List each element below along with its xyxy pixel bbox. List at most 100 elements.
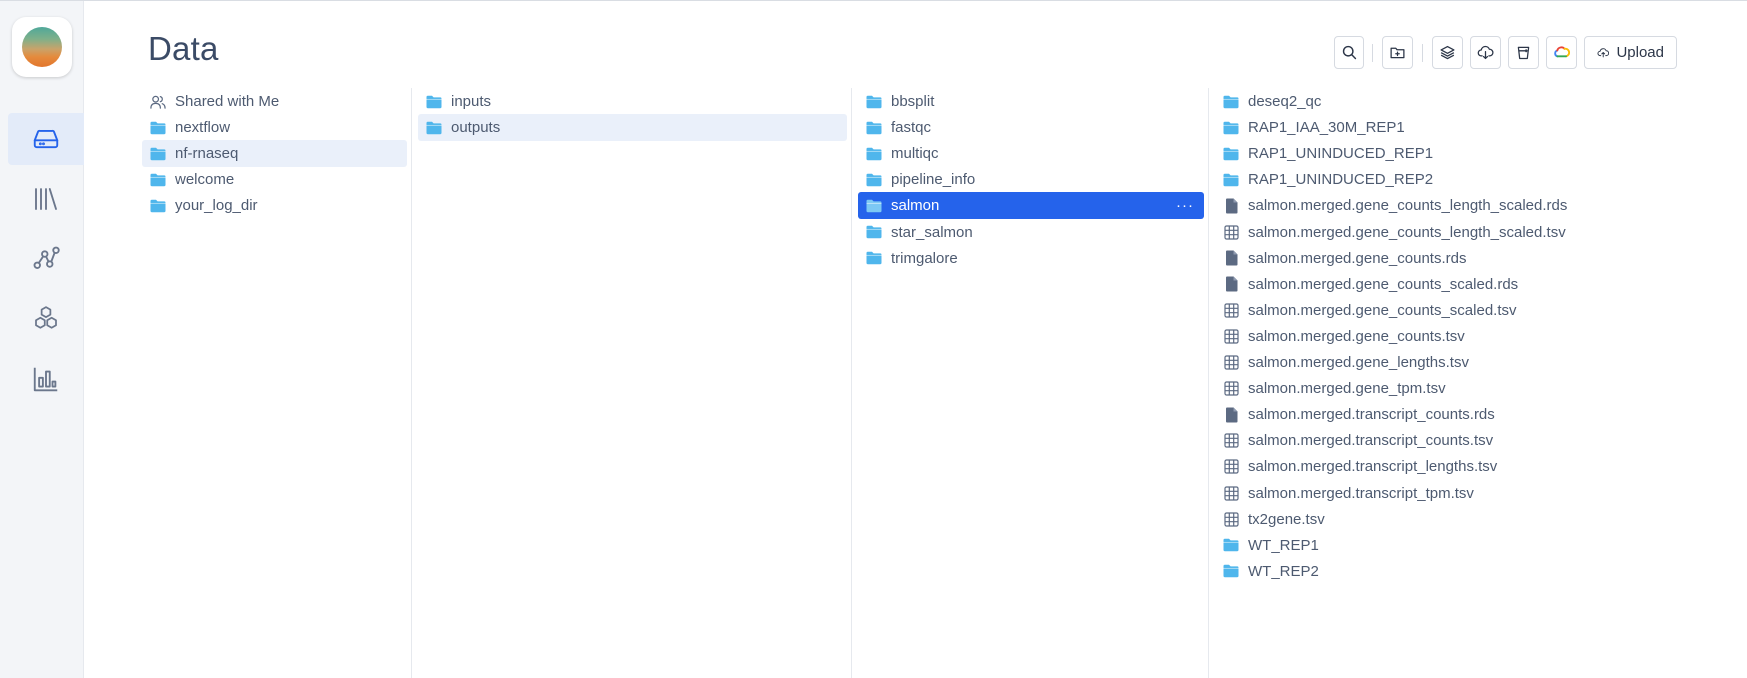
s3-import-button[interactable] [1508, 36, 1539, 69]
item-label: nf-rnaseq [175, 145, 239, 163]
folder-icon [866, 94, 882, 110]
item-label: salmon.merged.transcript_lengths.tsv [1248, 458, 1498, 476]
folder-item[interactable]: nextflow [142, 114, 407, 141]
nav-workflows[interactable] [8, 233, 84, 285]
folder-item[interactable]: inputs [418, 88, 847, 115]
folder-icon [1223, 172, 1239, 188]
folder-item[interactable]: nf-rnaseq [142, 140, 407, 168]
folder-icon [150, 173, 166, 186]
folder-icon [150, 199, 166, 213]
graph-icon [33, 246, 60, 269]
column-root: Shared with Me nextflow nf-rnaseq welcome yo… [142, 88, 407, 678]
folder-item[interactable]: star_salmon [858, 219, 1204, 246]
folder-icon [866, 121, 882, 134]
folder-icon [866, 95, 882, 108]
file-item[interactable]: tx2gene.tsv [1215, 506, 1735, 533]
google-cloud-icon [1554, 46, 1570, 58]
gcloud-import-button[interactable] [1546, 36, 1577, 69]
file-item[interactable]: salmon.merged.gene_counts_scaled.tsv [1215, 297, 1735, 324]
file-item[interactable]: salmon.merged.transcript_counts.rds [1215, 401, 1735, 428]
file-icon [1223, 407, 1239, 423]
folder-icon [866, 198, 882, 214]
file-item[interactable]: salmon.merged.gene_lengths.tsv [1215, 349, 1735, 376]
table-icon [1223, 381, 1239, 396]
folder-icon [866, 146, 882, 162]
folder-item[interactable]: deseq2_qc [1215, 88, 1735, 115]
nav-data[interactable] [8, 113, 84, 165]
cloud-download-button[interactable] [1470, 36, 1501, 69]
item-label: RAP1_IAA_30M_REP1 [1248, 119, 1405, 137]
file-item[interactable]: salmon.merged.gene_counts.tsv [1215, 323, 1735, 350]
folder-item[interactable]: your_log_dir [142, 192, 407, 219]
folder-icon [426, 121, 442, 134]
column-divider [411, 88, 412, 678]
item-label: salmon.merged.gene_counts_scaled.rds [1248, 275, 1519, 293]
folder-item[interactable]: RAP1_UNINDUCED_REP1 [1215, 140, 1735, 167]
folder-icon [426, 95, 442, 108]
cloud-upload-icon [1597, 48, 1610, 58]
item-label: WT_REP1 [1248, 536, 1319, 554]
item-label: pipeline_info [891, 171, 976, 189]
file-item[interactable]: salmon.merged.transcript_lengths.tsv [1215, 453, 1735, 480]
folder-icon [150, 172, 166, 188]
table-icon [1223, 302, 1239, 318]
folder-item[interactable]: pipeline_info [858, 166, 1204, 193]
search-button[interactable] [1334, 36, 1364, 69]
item-label: salmon.merged.gene_tpm.tsv [1248, 380, 1446, 398]
folder-icon [150, 198, 166, 214]
item-label: salmon.merged.gene_counts.rds [1248, 249, 1467, 267]
folder-item[interactable]: welcome [142, 166, 407, 193]
item-label: salmon.merged.gene_counts.tsv [1248, 327, 1465, 345]
folder-item[interactable]: WT_REP1 [1215, 532, 1735, 559]
top-border [0, 0, 1747, 1]
folder-item[interactable]: multiqc [858, 140, 1204, 167]
folder-icon [1223, 95, 1239, 108]
folder-item[interactable]: outputs [418, 114, 847, 142]
folder-item[interactable]: salmon ··· [858, 192, 1204, 220]
item-label: inputs [451, 93, 492, 110]
folder-item[interactable]: RAP1_UNINDUCED_REP2 [1215, 166, 1735, 193]
more-actions-icon[interactable]: ··· [1176, 197, 1194, 214]
file-item[interactable]: salmon.merged.transcript_counts.tsv [1215, 427, 1735, 454]
folder-icon [1223, 120, 1239, 136]
file-item[interactable]: salmon.merged.gene_counts_length_scaled.… [1215, 192, 1735, 219]
item-label: welcome [175, 171, 235, 189]
folder-icon [866, 173, 882, 186]
drive-icon [33, 129, 59, 149]
table-icon [1223, 459, 1239, 475]
table-icon [1223, 433, 1239, 449]
folder-item[interactable]: RAP1_IAA_30M_REP1 [1215, 114, 1735, 141]
column-divider [851, 88, 852, 678]
users-icon [150, 95, 166, 109]
app-logo[interactable] [12, 17, 72, 77]
item-label: fastqc [891, 119, 932, 137]
file-item[interactable]: salmon.merged.gene_tpm.tsv [1215, 375, 1735, 402]
upload-button[interactable]: Upload [1584, 36, 1677, 69]
item-label: salmon.merged.transcript_tpm.tsv [1248, 484, 1474, 502]
bar-chart-icon [33, 367, 58, 392]
file-item[interactable]: salmon.merged.gene_counts_length_scaled.… [1215, 219, 1735, 246]
folder-item[interactable]: bbsplit [858, 88, 1204, 115]
file-item[interactable]: salmon.merged.gene_counts.rds [1215, 245, 1735, 272]
cloud-download-icon [1477, 45, 1494, 60]
sidebar [0, 1, 84, 678]
folder-icon [866, 120, 882, 136]
file-icon [1223, 250, 1239, 266]
library-icon [35, 188, 57, 210]
folder-icon [866, 172, 882, 188]
layers-button[interactable] [1432, 36, 1463, 69]
folder-item[interactable]: trimgalore [858, 245, 1204, 272]
nav-molecules[interactable] [8, 293, 84, 345]
folder-icon [866, 251, 882, 265]
nav-library[interactable] [8, 173, 84, 225]
folder-icon [866, 199, 882, 213]
folder-icon [150, 121, 166, 134]
shared-with-me-item[interactable]: Shared with Me [142, 88, 407, 115]
nav-analytics[interactable] [8, 353, 84, 405]
folder-item[interactable]: WT_REP2 [1215, 558, 1735, 585]
file-item[interactable]: salmon.merged.transcript_tpm.tsv [1215, 480, 1735, 507]
new-folder-button[interactable] [1382, 36, 1413, 69]
folder-item[interactable]: fastqc [858, 114, 1204, 141]
table-icon [1223, 303, 1239, 318]
file-item[interactable]: salmon.merged.gene_counts_scaled.rds [1215, 271, 1735, 298]
